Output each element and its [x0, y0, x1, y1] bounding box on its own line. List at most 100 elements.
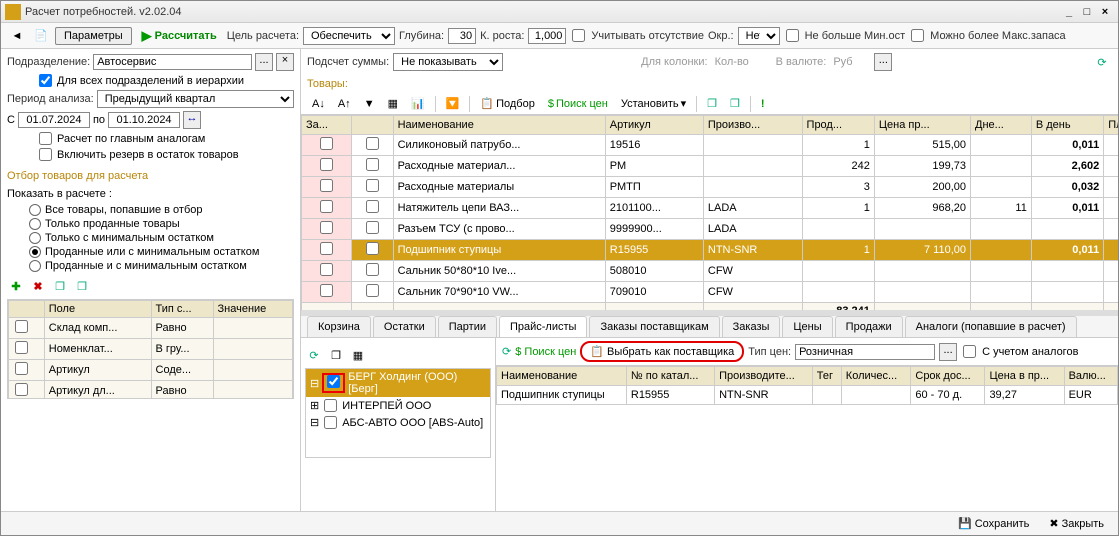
tab-0[interactable]: Корзина [307, 316, 371, 337]
filter-icon[interactable]: ▼ [359, 96, 380, 112]
col-icon[interactable]: ▦ [383, 95, 403, 112]
main-grid-wrap[interactable]: За...НаименованиеАртикулПроизво...Прод..… [301, 115, 1118, 310]
select-as-supplier-button[interactable]: 📋 Выбрать как поставщика [580, 341, 744, 362]
close-button[interactable]: × [1096, 4, 1114, 20]
division-input[interactable] [93, 54, 252, 70]
curr-input [830, 55, 870, 69]
goods-label: Товары: [301, 75, 1118, 93]
chart-icon[interactable]: 📊 [406, 95, 430, 112]
filter-table[interactable]: ПолеТип с...Значение Склад комп...Равно … [8, 300, 293, 399]
table-row[interactable]: Расходные материал...РМ 242199,73 2,6027… [302, 156, 1119, 177]
supplier-row[interactable]: ⊟АБС-АВТО ООО [ABS-Auto] [306, 414, 490, 431]
params-button[interactable]: Параметры [55, 27, 132, 45]
main-analogs-checkbox[interactable] [39, 132, 52, 145]
to-date[interactable] [108, 112, 180, 128]
radio-sold-or-min[interactable] [29, 246, 41, 258]
tab-6[interactable]: Цены [782, 316, 832, 337]
tab-5[interactable]: Заказы [722, 316, 781, 337]
division-ellipsis[interactable]: ... [255, 53, 273, 71]
refresh-icon[interactable]: ⟳ [1092, 52, 1112, 72]
maximize-button[interactable]: □ [1078, 4, 1096, 20]
add-filter-icon[interactable]: ✚ [7, 277, 25, 295]
table-row[interactable]: Разъем ТСУ (с прово...9999900...LADA 11,… [302, 219, 1119, 240]
supplier-row[interactable]: ⊞ИНТЕРПЕЙ ООО [306, 397, 490, 414]
no-more-min-checkbox[interactable] [786, 29, 799, 42]
tab-3[interactable]: Прайс-листы [499, 316, 587, 337]
select-button[interactable]: 📋Подбор [475, 95, 539, 112]
table-row[interactable]: Расходные материалыРМТП 3200,00 0,0321 1… [302, 177, 1119, 198]
target-select[interactable]: Обеспечить плс [303, 27, 395, 45]
price-type-input[interactable] [795, 344, 935, 360]
tab-7[interactable]: Продажи [835, 316, 903, 337]
find-prices-button[interactable]: $Поиск цен [543, 96, 613, 112]
close-link[interactable]: ✖ Закрыть [1043, 515, 1110, 532]
sort-az-icon[interactable]: A↓ [307, 96, 330, 112]
price-row[interactable]: Подшипник ступицыR15955NTN-SNR60 - 70 д.… [497, 386, 1118, 405]
doc-icon[interactable]: 📄 [31, 26, 51, 46]
table-row[interactable]: Силиконовый патрубо...19516 1515,00 0,01… [302, 135, 1119, 156]
refresh-prices-icon[interactable]: ⟳ [502, 345, 511, 358]
tab-8[interactable]: Аналоги (попавшие в расчет) [905, 316, 1077, 337]
expand-icon[interactable]: ⊟ [310, 416, 319, 429]
round-select[interactable]: Нет с [738, 27, 780, 45]
radio-min[interactable] [29, 232, 41, 244]
filter-row-check[interactable] [15, 320, 28, 333]
refresh-suppliers-icon[interactable]: ⟳ [305, 346, 323, 364]
sort-za-icon[interactable]: A↑ [333, 96, 356, 112]
copy-icon[interactable]: ❐ [702, 95, 722, 112]
date-range-button[interactable]: ↔ [183, 111, 201, 129]
table-row[interactable]: Сальник 70*90*10 VW...709010CFW 22,00 [302, 282, 1119, 303]
calculate-button[interactable]: ▶Рассчитать [136, 26, 223, 46]
all-divisions-checkbox[interactable] [39, 74, 52, 87]
consider-absence-checkbox[interactable] [572, 29, 585, 42]
with-analogs-checkbox[interactable] [963, 345, 976, 358]
copy-suppliers-icon[interactable]: ❐ [327, 346, 345, 364]
radio-sold-and-min-label: Проданные и с минимальным остатком [45, 260, 247, 272]
allow-more-max-label: Можно более Макс.запаса [930, 30, 1066, 42]
price-grid[interactable]: Наименование№ по катал...Производите...Т… [496, 366, 1118, 405]
radio-min-label: Только с минимальным остатком [45, 232, 214, 244]
supplier-tree[interactable]: ⊟БЕРГ Холдинг (ООО) [Берг]⊞ИНТЕРПЕЙ ООО⊟… [305, 368, 491, 458]
depth-input[interactable] [448, 28, 476, 44]
minimize-button[interactable]: _ [1060, 4, 1078, 20]
table-row[interactable]: Сальник 50*80*10 Ive...508010CFW 22,00 [302, 261, 1119, 282]
back-icon[interactable]: ◄ [7, 26, 27, 46]
find-prices-btn[interactable]: $ Поиск цен [515, 346, 576, 358]
copy-filter-icon[interactable]: ❐ [51, 277, 69, 295]
no-more-min-label: Не больше Мин.ост [805, 30, 906, 42]
filter-row-check[interactable] [15, 341, 28, 354]
warn-icon[interactable]: ! [756, 96, 770, 112]
expand-icon[interactable]: ⊟ [310, 377, 319, 390]
toolbar: ◄ 📄 Параметры ▶Рассчитать Цель расчета: … [1, 23, 1118, 49]
division-clear[interactable]: × [276, 53, 294, 71]
radio-sold-and-min[interactable] [29, 260, 41, 272]
settings-suppliers-icon[interactable]: ▦ [349, 346, 367, 364]
funnel-icon[interactable]: 🔽 [441, 95, 465, 112]
tab-4[interactable]: Заказы поставщикам [589, 316, 719, 337]
radio-all[interactable] [29, 204, 41, 216]
remove-filter-icon[interactable]: ✖ [29, 277, 47, 295]
filter-row-check[interactable] [15, 383, 28, 396]
expand-icon[interactable]: ⊞ [310, 399, 319, 412]
filter-row-check[interactable] [15, 362, 28, 375]
period-select[interactable]: Предыдущий квартал [97, 90, 294, 108]
paste-icon[interactable]: ❐ [725, 95, 745, 112]
from-date[interactable] [18, 112, 90, 128]
save-button[interactable]: 💾 Сохранить [952, 515, 1035, 532]
include-reserve-checkbox[interactable] [39, 148, 52, 161]
tab-2[interactable]: Партии [438, 316, 497, 337]
supplier-row[interactable]: ⊟БЕРГ Холдинг (ООО) [Берг] [306, 369, 490, 397]
tab-1[interactable]: Остатки [373, 316, 436, 337]
paste-filter-icon[interactable]: ❐ [73, 277, 91, 295]
table-row[interactable]: Подшипник ступицыR15955NTN-SNR 17 110,00… [302, 240, 1119, 261]
bottom-tabs: КорзинаОстаткиПартииПрайс-листыЗаказы по… [301, 316, 1118, 338]
sum-select[interactable]: Не показывать [393, 53, 503, 71]
curr-ellipsis[interactable]: ... [874, 53, 892, 71]
growth-input[interactable] [528, 28, 566, 44]
footer: 💾 Сохранить ✖ Закрыть [1, 511, 1118, 535]
set-button[interactable]: Установить ▾ [616, 95, 691, 112]
radio-sold[interactable] [29, 218, 41, 230]
allow-more-max-checkbox[interactable] [911, 29, 924, 42]
table-row[interactable]: Натяжитель цепи ВАЗ...2101100...LADA 196… [302, 198, 1119, 219]
price-type-ellipsis[interactable]: ... [939, 343, 957, 361]
